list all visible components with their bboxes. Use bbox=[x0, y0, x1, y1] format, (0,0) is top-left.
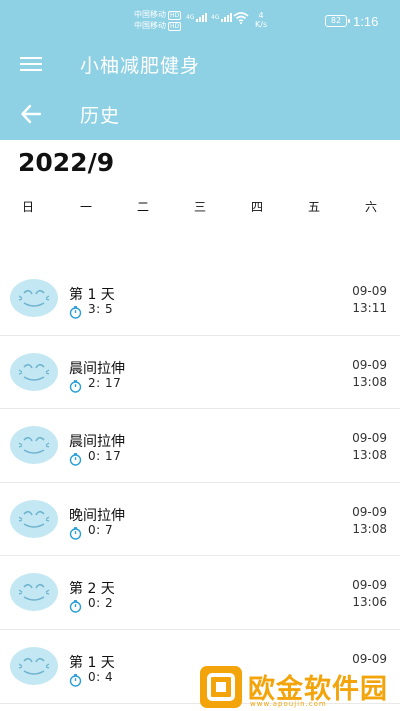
hd-badge-2: HD bbox=[168, 22, 182, 31]
history-item[interactable]: 晨间拉伸 0: 17 09-09 13:08 bbox=[0, 409, 400, 483]
history-item-title: 晚间拉伸 bbox=[69, 507, 125, 524]
history-item-time: 13:08 bbox=[352, 374, 387, 389]
weekday-thu: 四 bbox=[250, 200, 263, 214]
workout-avatar-icon bbox=[10, 646, 58, 685]
history-item-time: 13:08 bbox=[352, 448, 387, 463]
carrier-info: 中国移动 HD 中国移动 HD bbox=[134, 9, 182, 31]
watermark: 欧金软件园 www.apoujin.com bbox=[198, 662, 398, 711]
history-item-time: 13:06 bbox=[352, 595, 387, 610]
calendar-month: 2022/9 bbox=[18, 148, 115, 177]
carrier-2: 中国移动 bbox=[134, 21, 166, 30]
workout-avatar-icon bbox=[10, 499, 58, 538]
timer-icon bbox=[69, 304, 82, 319]
history-item[interactable]: 第 2 天 0: 2 09-09 13:06 bbox=[0, 556, 400, 630]
network-speed: 4 K/s bbox=[255, 11, 267, 29]
history-item[interactable]: 晚间拉伸 0: 7 09-09 13:08 bbox=[0, 483, 400, 557]
weekday-sat: 六 bbox=[364, 200, 377, 214]
history-item-title: 第 1 天 bbox=[69, 287, 115, 303]
weekday-tue: 二 bbox=[136, 200, 149, 214]
page-title: 历史 bbox=[80, 105, 121, 127]
workout-avatar-icon bbox=[10, 573, 58, 612]
history-item-time: 13:11 bbox=[352, 301, 387, 315]
page-header: 历史 bbox=[0, 88, 400, 140]
timer-icon bbox=[69, 672, 82, 687]
signal-icon-1 bbox=[196, 13, 207, 22]
history-item[interactable]: 第 1 天 3: 5 09-09 13:11 bbox=[0, 262, 400, 336]
weekday-sun: 日 bbox=[21, 200, 34, 214]
history-item-time: 13:08 bbox=[352, 521, 387, 536]
workout-avatar-icon bbox=[10, 279, 58, 317]
weekday-header: 日 一 二 三 四 五 六 bbox=[0, 198, 400, 216]
history-item-date: 09-09 bbox=[352, 284, 387, 298]
weekday-mon: 一 bbox=[79, 200, 92, 214]
network-type-1: 4G bbox=[186, 14, 195, 21]
history-item-duration: 2: 17 bbox=[88, 375, 122, 390]
battery-icon: 82 bbox=[325, 15, 350, 27]
workout-avatar-icon bbox=[10, 426, 58, 465]
history-item-date: 09-09 bbox=[352, 357, 387, 372]
history-item-title: 第 2 天 bbox=[69, 581, 115, 598]
history-item-date: 09-09 bbox=[352, 504, 387, 519]
history-item-title: 晨间拉伸 bbox=[69, 434, 125, 451]
history-item-duration: 3: 5 bbox=[88, 302, 114, 316]
status-time: 1:16 bbox=[353, 14, 379, 29]
network-type-2: 4G bbox=[211, 14, 220, 21]
app-bar: 小柚减肥健身 bbox=[0, 40, 400, 88]
wifi-icon bbox=[233, 12, 249, 24]
history-item-title: 晨间拉伸 bbox=[69, 360, 125, 377]
weekday-fri: 五 bbox=[307, 200, 320, 214]
history-item-duration: 0: 2 bbox=[88, 596, 114, 611]
timer-icon bbox=[69, 378, 82, 393]
speed-value: 4 bbox=[258, 11, 264, 20]
history-item-duration: 0: 4 bbox=[88, 669, 114, 684]
history-item[interactable]: 晨间拉伸 2: 17 09-09 13:08 bbox=[0, 336, 400, 410]
watermark-url: www.apoujin.com bbox=[250, 700, 327, 708]
history-item-duration: 0: 7 bbox=[88, 522, 114, 537]
history-item-title: 第 1 天 bbox=[69, 654, 115, 671]
history-list: 第 1 天 3: 5 09-09 13:11 晨间拉伸 2: 17 09-09 13:08 晨间… bbox=[0, 262, 400, 704]
workout-avatar-icon bbox=[10, 352, 58, 391]
history-item-date: 09-09 bbox=[352, 578, 387, 593]
status-bar: 中国移动 HD 中国移动 HD 4G 4G 4 K/s 82 1:16 bbox=[0, 0, 400, 40]
timer-icon bbox=[69, 598, 82, 614]
carrier-1: 中国移动 bbox=[134, 10, 166, 19]
signal-icon-2 bbox=[221, 13, 232, 22]
hd-badge-1: HD bbox=[168, 11, 182, 20]
weekday-wed: 三 bbox=[193, 200, 206, 214]
history-item-duration: 0: 17 bbox=[88, 449, 122, 464]
timer-icon bbox=[69, 525, 82, 540]
watermark-logo-icon bbox=[200, 666, 242, 708]
timer-icon bbox=[69, 451, 82, 466]
app-title: 小柚减肥健身 bbox=[80, 55, 201, 77]
history-item-date: 09-09 bbox=[352, 431, 387, 446]
menu-icon[interactable] bbox=[20, 56, 42, 72]
arrow-left-icon[interactable] bbox=[20, 103, 42, 125]
speed-unit: K/s bbox=[255, 20, 268, 29]
